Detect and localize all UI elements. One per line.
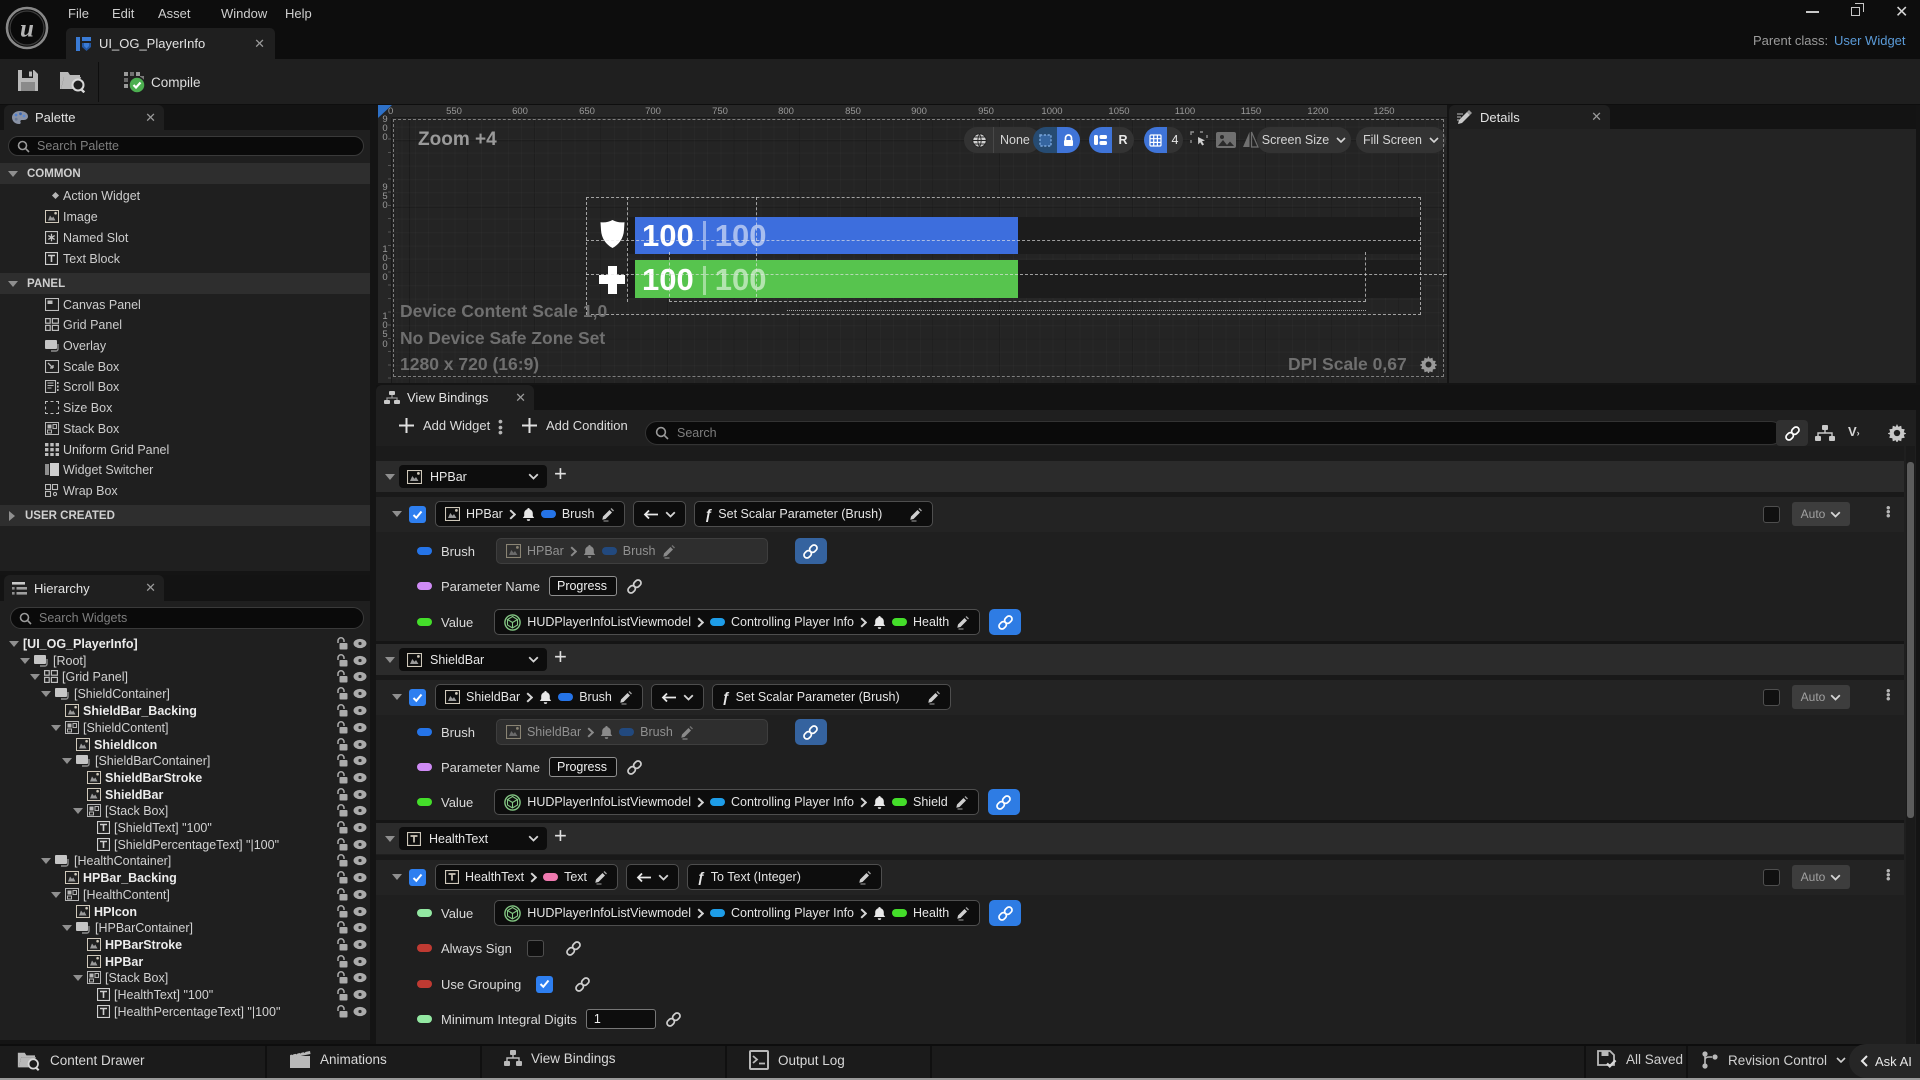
- svg-text:u: u: [20, 16, 34, 43]
